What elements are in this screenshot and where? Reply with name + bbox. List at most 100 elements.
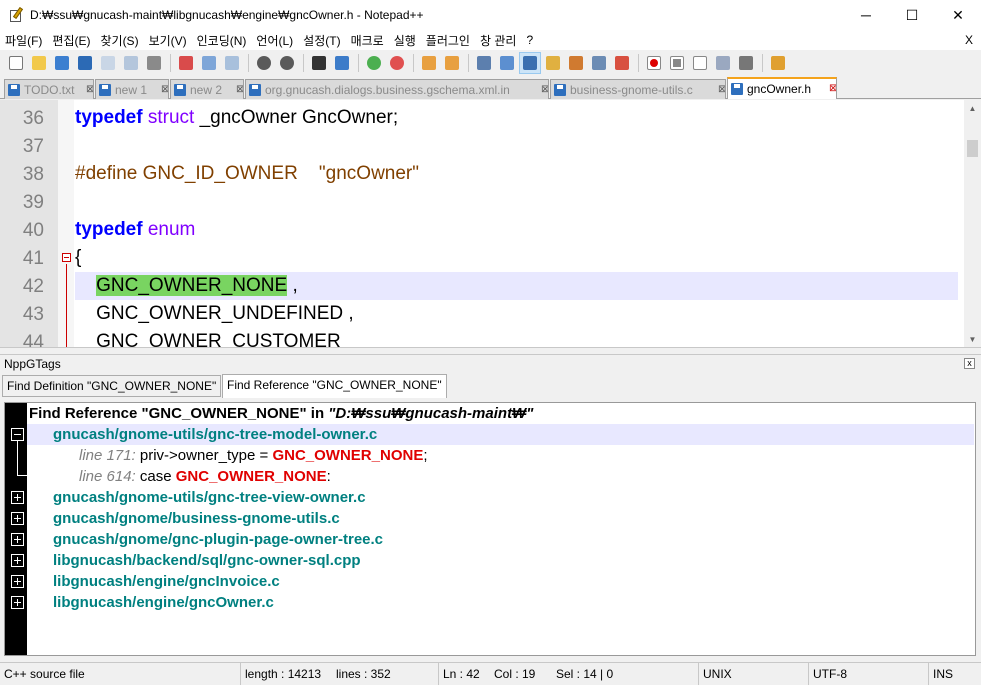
code-line[interactable]: 44 GNC_OWNER_CUSTOMER: [0, 328, 958, 347]
stop-macro-icon[interactable]: [666, 52, 688, 74]
code-editor[interactable]: 36 typedef struct _gncOwner GncOwner; 37 38…: [0, 100, 981, 348]
collapse-icon[interactable]: [11, 428, 24, 441]
menu-window[interactable]: 창 관리: [475, 32, 521, 49]
tab-close-icon[interactable]: ⊠: [155, 84, 168, 95]
tree-file-row[interactable]: libgnucash/engine/gncInvoice.c: [5, 571, 975, 592]
expand-icon[interactable]: [11, 596, 24, 609]
sync-h-icon[interactable]: [441, 52, 463, 74]
zoom-in-icon[interactable]: [363, 52, 385, 74]
tab-new-1[interactable]: new 1 ⊠: [95, 79, 169, 99]
tab-gschema-xml[interactable]: org.gnucash.dialogs.business.gschema.xml…: [245, 79, 549, 99]
close-button[interactable]: ✕: [935, 0, 981, 30]
editor-vertical-scrollbar[interactable]: ▲ ▼: [964, 100, 981, 347]
expand-icon[interactable]: [11, 554, 24, 567]
code-line[interactable]: 42 GNC_OWNER_NONE ,: [0, 272, 958, 300]
tab-todo[interactable]: TODO.txt ⊠: [4, 79, 94, 99]
tree-file-row[interactable]: libgnucash/backend/sql/gnc-owner-sql.cpp: [5, 550, 975, 571]
find-icon[interactable]: [308, 52, 330, 74]
copy-icon[interactable]: [198, 52, 220, 74]
close-document-button[interactable]: X: [965, 33, 973, 47]
folder-workspace-icon[interactable]: [611, 52, 633, 74]
results-tree[interactable]: Find Reference "GNC_OWNER_NONE" in "D:₩s…: [4, 402, 976, 656]
print-icon[interactable]: [143, 52, 165, 74]
tab-close-icon[interactable]: ⊠: [712, 84, 725, 95]
show-all-chars-icon[interactable]: [496, 52, 518, 74]
zoom-out-icon[interactable]: [386, 52, 408, 74]
tab-business-gnome-utils[interactable]: business-gnome-utils.c ⊠: [550, 79, 726, 99]
status-eol[interactable]: UNIX: [698, 663, 808, 685]
expand-icon[interactable]: [11, 491, 24, 504]
plugin-icon[interactable]: [767, 52, 789, 74]
tree-file-row[interactable]: gnucash/gnome/business-gnome-utils.c: [5, 508, 975, 529]
undo-icon[interactable]: [253, 52, 275, 74]
tree-file-row-expanded[interactable]: gnucash/gnome-utils/gnc-tree-model-owner…: [5, 424, 975, 445]
new-file-icon[interactable]: [5, 52, 27, 74]
menu-view[interactable]: 보기(V): [144, 32, 192, 49]
scroll-up-icon[interactable]: ▲: [964, 100, 981, 117]
play-macro-icon[interactable]: [689, 52, 711, 74]
menu-plugins[interactable]: 플러그인: [421, 32, 475, 49]
menu-help[interactable]: ?: [521, 33, 538, 47]
code-line[interactable]: 43 GNC_OWNER_UNDEFINED ,: [0, 300, 958, 328]
code-line[interactable]: 39: [0, 188, 958, 216]
scroll-down-icon[interactable]: ▼: [964, 331, 981, 347]
paste-icon[interactable]: [221, 52, 243, 74]
status-encoding[interactable]: UTF-8: [808, 663, 928, 685]
user-lang-icon[interactable]: [542, 52, 564, 74]
tab-find-reference[interactable]: Find Reference "GNC_OWNER_NONE": [222, 374, 447, 398]
maximize-button[interactable]: ☐: [889, 0, 935, 30]
tab-close-icon[interactable]: ⊠: [80, 84, 93, 95]
word-wrap-icon[interactable]: [473, 52, 495, 74]
code-line[interactable]: 40 typedef enum: [0, 216, 958, 244]
tab-close-icon[interactable]: ⊠: [535, 84, 548, 95]
menu-run[interactable]: 실행: [389, 32, 421, 49]
tree-file-row[interactable]: gnucash/gnome-utils/gnc-tree-view-owner.…: [5, 487, 975, 508]
fold-toggle-icon[interactable]: [62, 253, 71, 262]
save-icon[interactable]: [51, 52, 73, 74]
tree-file-row[interactable]: gnucash/gnome/gnc-plugin-page-owner-tree…: [5, 529, 975, 550]
sync-v-icon[interactable]: [418, 52, 440, 74]
code-line[interactable]: 37: [0, 132, 958, 160]
tab-gncowner-h[interactable]: gncOwner.h ⊠: [727, 77, 837, 99]
selected-text: GNC_OWNER_NONE: [96, 275, 288, 296]
expand-icon[interactable]: [11, 512, 24, 525]
menu-language[interactable]: 언어(L): [251, 32, 298, 49]
code-line[interactable]: 38 #define GNC_ID_OWNER "gncOwner": [0, 160, 958, 188]
tree-result-row[interactable]: line 614: case GNC_OWNER_NONE:: [5, 466, 975, 487]
menu-edit[interactable]: 편집(E): [47, 32, 95, 49]
scrollbar-thumb[interactable]: [967, 140, 978, 157]
menu-settings[interactable]: 설정(T): [298, 32, 345, 49]
tree-result-row[interactable]: line 171: priv->owner_type = GNC_OWNER_N…: [5, 445, 975, 466]
tab-find-definition[interactable]: Find Definition "GNC_OWNER_NONE": [2, 375, 222, 397]
tab-close-icon[interactable]: ⊠: [230, 84, 243, 95]
close-icon[interactable]: [97, 52, 119, 74]
tree-file-row[interactable]: libgnucash/engine/gncOwner.c: [5, 592, 975, 613]
status-bar: C++ source file length : 14213 lines : 3…: [0, 662, 981, 685]
code-line[interactable]: 41 {: [0, 244, 958, 272]
run-macro-multiple-icon[interactable]: [712, 52, 734, 74]
panel-close-button[interactable]: x: [964, 358, 975, 369]
menu-file[interactable]: 파일(F): [0, 32, 47, 49]
close-all-icon[interactable]: [120, 52, 142, 74]
record-macro-icon[interactable]: [643, 52, 665, 74]
tab-label: gncOwner.h: [747, 82, 812, 96]
save-macro-icon[interactable]: [735, 52, 757, 74]
cut-icon[interactable]: [175, 52, 197, 74]
doc-map-icon[interactable]: [565, 52, 587, 74]
save-all-icon[interactable]: [74, 52, 96, 74]
replace-icon[interactable]: [331, 52, 353, 74]
indent-guide-icon[interactable]: [519, 51, 541, 74]
open-file-icon[interactable]: [28, 52, 50, 74]
function-list-icon[interactable]: [588, 52, 610, 74]
expand-icon[interactable]: [11, 533, 24, 546]
expand-icon[interactable]: [11, 575, 24, 588]
minimize-button[interactable]: ─: [843, 0, 889, 30]
menu-encoding[interactable]: 인코딩(N): [192, 32, 252, 49]
menu-search[interactable]: 찾기(S): [95, 32, 143, 49]
menu-macro[interactable]: 매크로: [346, 32, 389, 49]
toolbar-separator: [762, 53, 763, 72]
tab-new-2[interactable]: new 2 ⊠: [170, 79, 244, 99]
code-line[interactable]: 36 typedef struct _gncOwner GncOwner;: [0, 104, 958, 132]
redo-icon[interactable]: [276, 52, 298, 74]
tab-close-icon[interactable]: ⊠: [823, 84, 836, 94]
